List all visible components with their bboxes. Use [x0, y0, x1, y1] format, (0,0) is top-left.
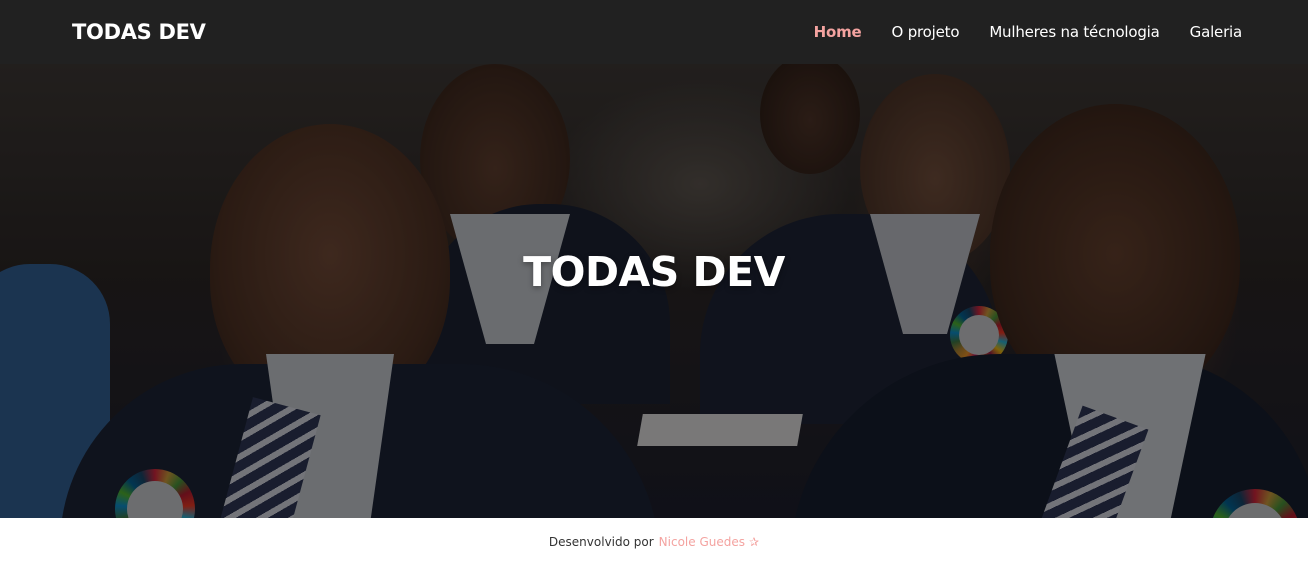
hero-banner: TODAS DEV: [0, 64, 1308, 518]
hero-title: TODAS DEV: [523, 248, 785, 296]
nav-menu: Home O projeto Mulheres na técnologia Ga…: [814, 23, 1243, 41]
footer: Desenvolvido por Nicole Guedes ✰: [0, 518, 1308, 565]
footer-credit-text: Desenvolvido por: [548, 534, 654, 549]
star-icon: ✰: [749, 534, 760, 549]
nav-link-home[interactable]: Home: [814, 23, 862, 41]
footer-author-link[interactable]: Nicole Guedes: [659, 535, 745, 549]
brand-logo[interactable]: TODAS DEV: [72, 20, 206, 44]
nav-link-galeria[interactable]: Galeria: [1190, 23, 1243, 41]
navbar: TODAS DEV Home O projeto Mulheres na téc…: [0, 0, 1308, 64]
nav-link-mulheres-na-tecnologia[interactable]: Mulheres na técnologia: [989, 23, 1160, 41]
nav-link-o-projeto[interactable]: O projeto: [892, 23, 960, 41]
